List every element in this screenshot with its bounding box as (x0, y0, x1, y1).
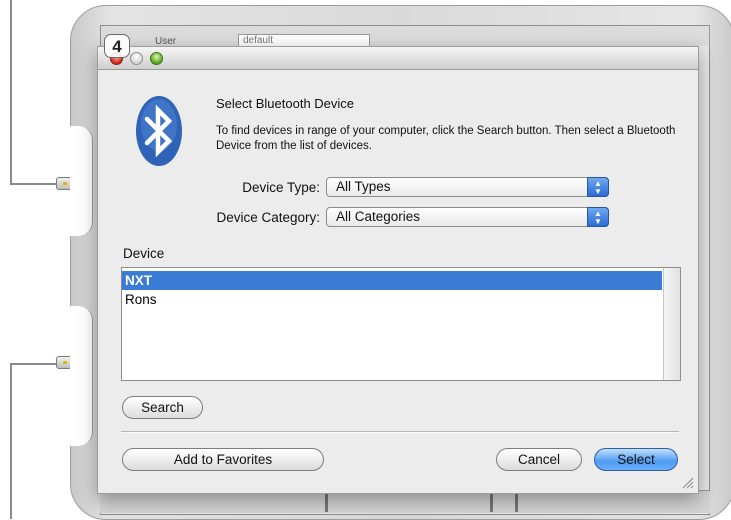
frame-notch (70, 306, 93, 446)
device-category-label: Device Category: (216, 210, 320, 225)
add-to-favorites-button[interactable]: Add to Favorites (122, 448, 324, 471)
dialog-description: To find devices in range of your compute… (216, 125, 676, 152)
search-button[interactable]: Search (122, 396, 203, 419)
select-bluetooth-device-dialog: Select Bluetooth Device To find devices … (97, 46, 699, 494)
cancel-button[interactable]: Cancel (496, 448, 582, 471)
dialog-divider (121, 431, 679, 433)
callout-line-top-horizontal (10, 183, 58, 185)
device-list-header: Device (123, 246, 165, 261)
callout-line-bottom-horizontal (10, 363, 58, 365)
zoom-light-icon[interactable] (150, 52, 163, 65)
callout-line-bottom-vertical (10, 363, 12, 519)
device-category-value: All Categories (336, 209, 421, 224)
dialog-title: Select Bluetooth Device (216, 96, 355, 111)
dialog-titlebar[interactable] (98, 47, 698, 70)
device-list-scrollbar[interactable] (663, 268, 680, 380)
device-list[interactable]: NXT Rons (121, 267, 681, 381)
background-tab (521, 26, 710, 46)
resize-grip-icon[interactable] (682, 477, 694, 489)
select-button[interactable]: Select (594, 448, 678, 471)
device-type-label: Device Type: (242, 180, 320, 195)
device-category-popup[interactable]: All Categories ▲ ▼ (326, 207, 609, 227)
step-number-badge: 4 (104, 34, 130, 58)
list-item-nxt[interactable]: NXT (122, 271, 662, 290)
device-type-value: All Types (336, 179, 391, 194)
list-item-rons[interactable]: Rons (122, 290, 157, 309)
popup-arrows-icon: ▲ ▼ (587, 177, 609, 197)
popup-arrows-icon: ▲ ▼ (587, 207, 609, 227)
minimize-light-icon[interactable] (130, 52, 143, 65)
frame-notch (70, 126, 93, 236)
device-type-popup[interactable]: All Types ▲ ▼ (326, 177, 609, 197)
callout-line-top-vertical (10, 0, 12, 185)
bluetooth-icon (136, 96, 182, 166)
